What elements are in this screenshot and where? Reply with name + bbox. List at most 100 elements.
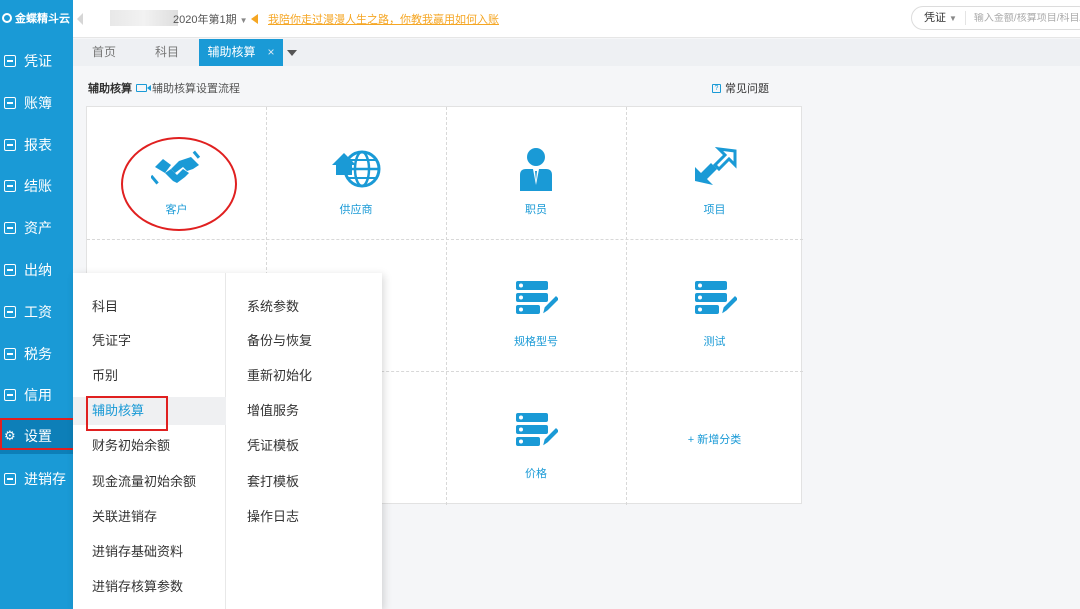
- chevron-down-icon: ▼: [239, 16, 248, 25]
- menu-item-currency[interactable]: 币别: [73, 362, 226, 390]
- menu-item-link-inventory[interactable]: 关联进销存: [73, 503, 226, 531]
- notice-link[interactable]: 我陪你走过漫漫人生之路，你教我赢用如何入账: [251, 11, 499, 27]
- category-label: 职员: [525, 204, 547, 216]
- page-title: 辅助核算: [88, 83, 132, 95]
- list-edit-icon: [694, 281, 737, 317]
- sidebar-item-label: 资产: [24, 220, 52, 236]
- menu-item-inventory-accounting-params[interactable]: 进销存核算参数: [73, 573, 226, 601]
- category-label: 测试: [703, 336, 726, 348]
- sidebar: 金蝶精斗云 凭证 账簿 报表 结账 资产 出纳 工资 税务 信用 ⚙ 设置 进销存: [0, 0, 73, 609]
- highlight-box-settings: [0, 418, 77, 450]
- list-edit-icon: [516, 281, 558, 317]
- payroll-icon: [4, 306, 16, 318]
- highlight-box-auxiliary: [86, 396, 168, 431]
- chevron-down-icon: ▼: [949, 14, 957, 23]
- speaker-icon: [251, 14, 258, 24]
- inventory-icon: [4, 473, 16, 485]
- tab-auxiliary-accounting[interactable]: 辅助核算 ×: [199, 39, 283, 66]
- menu-item-cashflow-opening-balance[interactable]: 现金流量初始余额: [73, 468, 226, 496]
- setup-process-link[interactable]: 辅助核算设置流程: [136, 80, 240, 96]
- tab-home[interactable]: 首页: [73, 39, 135, 66]
- sidebar-item-tax[interactable]: 税务: [0, 336, 73, 372]
- faq-link[interactable]: ? 常见问题: [712, 80, 769, 96]
- category-label: 价格: [525, 468, 547, 480]
- sidebar-item-inventory[interactable]: 进销存: [0, 461, 73, 497]
- tab-label: 科目: [154, 45, 179, 59]
- category-supplier[interactable]: 供应商: [266, 107, 446, 239]
- report-icon: [4, 139, 16, 151]
- help-icon: ?: [712, 83, 721, 93]
- sidebar-item-label: 结账: [24, 178, 52, 194]
- assets-icon: [4, 222, 16, 234]
- employee-icon: [520, 148, 552, 191]
- settings-menu-left-column: 科目 凭证字 币别 辅助核算 财务初始余额 现金流量初始余额 关联进销存 进销存…: [73, 273, 226, 609]
- video-icon: [136, 84, 151, 92]
- setup-process-label: 辅助核算设置流程: [152, 83, 240, 95]
- tab-bar: 首页 科目 辅助核算 ×: [73, 39, 1080, 66]
- sidebar-item-label: 进销存: [24, 471, 66, 487]
- tab-more-dropdown-icon[interactable]: [287, 50, 297, 56]
- menu-item-financial-opening-balance[interactable]: 财务初始余额: [73, 432, 226, 460]
- menu-item-backup-restore[interactable]: 备份与恢复: [228, 327, 381, 355]
- expand-arrows-icon: [694, 147, 736, 185]
- notice-text: 我陪你走过漫漫人生之路，你教我赢用如何入账: [268, 14, 499, 26]
- sidebar-item-label: 账簿: [24, 95, 52, 111]
- tab-accounts[interactable]: 科目: [135, 39, 199, 66]
- logo-icon: [2, 13, 12, 23]
- menu-item-accounts[interactable]: 科目: [73, 293, 226, 321]
- category-employee[interactable]: 职员: [446, 107, 626, 239]
- faq-label: 常见问题: [725, 83, 769, 95]
- topbar: 2020年第1期 ▼ 我陪你走过漫漫人生之路，你教我赢用如何入账 凭证 ▼: [73, 0, 1080, 38]
- highlight-circle-customer: [121, 137, 237, 231]
- sidebar-item-voucher[interactable]: 凭证: [0, 43, 73, 79]
- ledger-icon: [4, 97, 16, 109]
- period-label: 2020年第1期: [173, 14, 237, 26]
- menu-item-operation-log[interactable]: 操作日志: [228, 503, 381, 531]
- menu-item-inventory-basic-data[interactable]: 进销存基础资料: [73, 538, 226, 566]
- settings-menu: 科目 凭证字 币别 辅助核算 财务初始余额 现金流量初始余额 关联进销存 进销存…: [73, 273, 382, 609]
- sidebar-item-label: 工资: [24, 304, 52, 320]
- collapse-sidebar-icon[interactable]: [77, 13, 83, 25]
- sidebar-item-payroll[interactable]: 工资: [0, 294, 73, 330]
- menu-item-reinitialize[interactable]: 重新初始化: [228, 362, 381, 390]
- sidebar-item-credit[interactable]: 信用: [0, 377, 73, 413]
- voucher-icon: [4, 55, 16, 67]
- sidebar-item-label: 信用: [24, 387, 52, 403]
- settings-menu-right-column: 系统参数 备份与恢复 重新初始化 增值服务 凭证模板 套打模板 操作日志: [228, 273, 382, 609]
- tab-label: 首页: [91, 45, 116, 59]
- menu-item-value-added-services[interactable]: 增值服务: [228, 397, 381, 425]
- category-label: 项目: [703, 204, 726, 216]
- sidebar-item-label: 税务: [24, 346, 52, 362]
- checkbox-icon: [4, 180, 16, 192]
- sidebar-item-reports[interactable]: 报表: [0, 127, 73, 163]
- search-input[interactable]: [973, 12, 1080, 24]
- list-edit-icon: [516, 413, 558, 449]
- category-project[interactable]: 项目: [626, 107, 803, 239]
- menu-item-print-templates[interactable]: 套打模板: [228, 468, 381, 496]
- sidebar-item-label: 报表: [24, 137, 52, 153]
- sidebar-item-assets[interactable]: 资产: [0, 210, 73, 246]
- menu-item-voucher-word[interactable]: 凭证字: [73, 327, 226, 355]
- add-category-label: + 新增分类: [687, 434, 742, 446]
- category-spec-model[interactable]: 规格型号: [446, 239, 626, 371]
- sidebar-item-label: 凭证: [24, 53, 52, 69]
- company-name-blurred[interactable]: [110, 10, 178, 26]
- sidebar-item-label: 出纳: [24, 262, 52, 278]
- search-box: 凭证 ▼: [911, 6, 1080, 30]
- tab-label: 辅助核算: [207, 45, 256, 59]
- search-type-select[interactable]: 凭证 ▼: [912, 11, 966, 25]
- menu-item-system-params[interactable]: 系统参数: [228, 293, 381, 321]
- menu-item-voucher-templates[interactable]: 凭证模板: [228, 432, 381, 460]
- category-price[interactable]: 价格: [446, 371, 626, 505]
- sidebar-item-cashier[interactable]: 出纳: [0, 252, 73, 288]
- period-selector[interactable]: 2020年第1期 ▼: [173, 11, 248, 27]
- category-test[interactable]: 测试: [626, 239, 803, 371]
- sidebar-item-ledger[interactable]: 账簿: [0, 85, 73, 121]
- cashier-icon: [4, 264, 16, 276]
- sidebar-item-closing[interactable]: 结账: [0, 168, 73, 204]
- category-label: 规格型号: [514, 336, 558, 348]
- app-logo[interactable]: 金蝶精斗云: [0, 0, 73, 36]
- credit-icon: [4, 389, 16, 401]
- close-icon[interactable]: ×: [268, 45, 275, 59]
- add-category-button[interactable]: + 新增分类: [626, 371, 803, 505]
